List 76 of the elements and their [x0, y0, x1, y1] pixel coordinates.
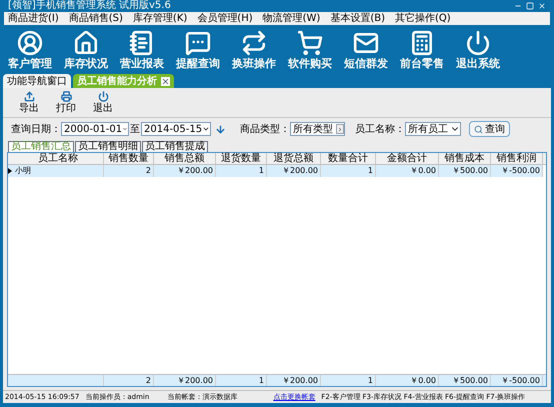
column-header[interactable]: 数量合计 — [321, 153, 376, 164]
power-icon — [465, 30, 491, 56]
employee-label: 员工名称： — [355, 122, 405, 136]
report-tab[interactable]: 员工销售明细 — [75, 141, 141, 152]
total-cell: ￥-500.00 — [491, 375, 543, 386]
total-cell: 1 — [216, 375, 267, 386]
document-tab[interactable]: 功能导航窗口 — [3, 74, 71, 88]
toolbar-button[interactable]: 换班操作 — [226, 30, 282, 68]
toolbar-button[interactable]: 短信群发 — [338, 30, 394, 68]
column-header[interactable]: 销售成本 — [439, 153, 491, 164]
table-row[interactable]: 小明 2 ￥200.00 1 ￥200.00 1 ￥0.00 ￥500.00 ￥-500.00 — [8, 165, 543, 177]
menu-item[interactable]: 基本设置(B) — [330, 14, 385, 24]
user-icon — [17, 30, 43, 56]
search-icon — [474, 124, 483, 134]
total-cell: 1 — [321, 375, 376, 386]
action-button[interactable]: 打印 — [56, 91, 76, 114]
total-cell: ￥200.00 — [267, 375, 321, 386]
table-cell: 1 — [321, 165, 376, 177]
toolbar-button[interactable]: 提醒查询 — [170, 30, 226, 68]
toolbar-button[interactable]: 退出系统 — [450, 30, 506, 68]
menu-item[interactable]: 会员管理(H) — [197, 14, 253, 24]
menu-item[interactable]: 商品销售(S) — [68, 14, 123, 24]
table-cell: ￥500.00 — [439, 165, 491, 177]
menu-item[interactable]: 商品进货(I) — [8, 14, 59, 24]
maximize-icon[interactable] — [526, 2, 534, 10]
arrow-down-icon[interactable] — [215, 124, 226, 134]
date-separator: 至 — [130, 122, 140, 136]
table-cell: ￥-500.00 — [491, 165, 543, 177]
table-cell: ￥200.00 — [267, 165, 321, 177]
category-field[interactable]: 所有类型 — [290, 122, 345, 136]
current-row-icon — [8, 168, 12, 174]
toolbar-button[interactable]: 营业报表 — [114, 30, 170, 68]
toolbar-button[interactable]: 客户管理 — [2, 30, 58, 68]
toolbar-button[interactable]: 库存状况 — [58, 30, 114, 68]
total-cell: 2 — [104, 375, 154, 386]
action-button[interactable]: 退出 — [93, 91, 113, 114]
toolbar-button[interactable]: 前台零售 — [394, 30, 450, 68]
notepad-icon — [129, 30, 155, 56]
column-header[interactable]: 销售总额 — [154, 153, 216, 164]
table-cell: ￥0.00 — [376, 165, 439, 177]
menu-item[interactable]: 其它操作(Q) — [395, 14, 451, 24]
power-icon — [98, 91, 108, 102]
table-cell: ￥200.00 — [154, 165, 216, 177]
table-cell: 1 — [216, 165, 267, 177]
swap-arrows-icon — [241, 30, 267, 56]
column-header[interactable]: 员工名称 — [13, 153, 104, 164]
chat-icon — [185, 30, 211, 56]
column-header[interactable]: 退货总额 — [267, 153, 321, 164]
cart-icon — [297, 30, 323, 56]
category-label: 商品类型： — [240, 122, 290, 136]
report-tab[interactable]: 员工销售提成 — [142, 141, 208, 152]
menu-item[interactable]: 库存管理(K) — [132, 14, 188, 24]
chevron-icon — [336, 124, 344, 134]
printer-icon — [60, 91, 72, 102]
column-header[interactable]: 销售数量 — [104, 153, 154, 164]
date-to-field[interactable]: 2014-05-15 — [141, 122, 211, 136]
total-cell: ￥0.00 — [376, 375, 439, 386]
export-icon — [24, 91, 34, 102]
date-label: 查询日期： — [11, 122, 61, 136]
total-cell: ￥200.00 — [154, 375, 216, 386]
action-button[interactable]: 导出 — [19, 91, 39, 114]
report-tab[interactable]: 员工销售汇总 — [8, 141, 74, 152]
close-icon[interactable] — [161, 76, 170, 86]
toolbar-button[interactable]: 软件购买 — [282, 30, 338, 68]
table-cell: 2 — [104, 165, 154, 177]
table-cell: 小明 — [13, 165, 104, 177]
menu-item[interactable]: 物流管理(W) — [262, 14, 320, 24]
date-from-field[interactable]: 2000-01-01 — [61, 122, 129, 136]
column-header[interactable]: 退货数量 — [216, 153, 267, 164]
house-icon — [73, 30, 99, 56]
cash-register-icon — [409, 30, 435, 56]
employee-field[interactable]: 所有员工 — [405, 122, 461, 136]
column-header[interactable]: 销售利润 — [491, 153, 543, 164]
column-header[interactable]: 金额合计 — [376, 153, 439, 164]
total-cell: ￥500.00 — [439, 375, 491, 386]
query-button[interactable]: 查询 — [469, 121, 510, 137]
